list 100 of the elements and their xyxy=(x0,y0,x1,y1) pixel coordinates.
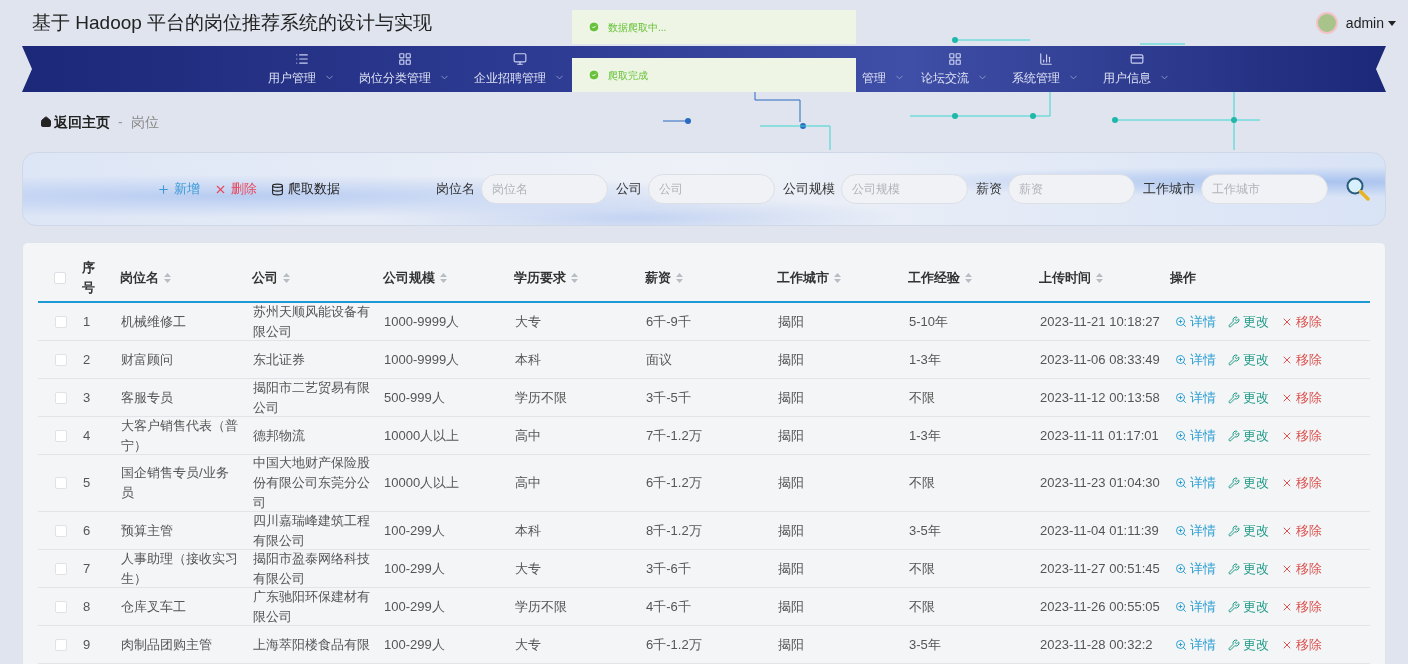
remove-link[interactable]: 移除 xyxy=(1281,520,1322,541)
sort-icon[interactable] xyxy=(676,273,683,283)
nav-item[interactable]: 用户管理 xyxy=(256,46,347,92)
detail-link[interactable]: 详情 xyxy=(1175,387,1216,408)
nav-item[interactable]: 系统管理 xyxy=(1000,46,1091,92)
select-all-checkbox[interactable] xyxy=(54,272,66,284)
table-row[interactable]: 1 机械维修工 苏州天顺风能设备有限公司 1000-9999人 大专 6千-9千 揭阳 5-10年 2023-11-21 10:18:27 详情 更改 移除 xyxy=(38,303,1370,341)
remove-link[interactable]: 移除 xyxy=(1281,349,1322,370)
row-checkbox[interactable] xyxy=(54,638,67,651)
table-cell-text: 6千-1.2万 xyxy=(646,635,703,654)
magnifier-icon xyxy=(1175,353,1187,366)
table-cell-text: 10000人以上 xyxy=(384,426,461,445)
wrench-icon xyxy=(1228,600,1240,613)
table-cell-text: 不限 xyxy=(909,388,936,407)
delete-button[interactable]: 删除 xyxy=(214,179,257,199)
table-row[interactable]: 3 客服专员 揭阳市二艺贸易有限公司 500-999人 学历不限 3千-5千 揭阳 不限 2023-11-12 00:13:58 详情 更改 移除 xyxy=(38,379,1370,417)
table-row[interactable]: 5 国企销售专员/业务员 中国大地财产保险股份有限公司东莞分公司 10000人以上 高中 6千-1.2万 揭阳 不限 2023-11-23 01:04:30 详情 更改 移除 xyxy=(38,455,1370,512)
table-row[interactable]: 9 肉制品团购主管 上海萃阳楼食品有限 100-299人 大专 6千-1.2万 揭阳 3-5年 2023-11-28 00:32:2 详情 更改 移除 xyxy=(38,626,1370,664)
detail-link[interactable]: 详情 xyxy=(1175,558,1216,579)
column-header: 公司 xyxy=(252,269,278,288)
sort-icon[interactable] xyxy=(834,273,841,283)
filter-label: 岗位名 xyxy=(436,180,475,199)
filter-field[interactable]: 工作城市 xyxy=(1201,174,1328,204)
edit-link[interactable]: 更改 xyxy=(1228,520,1269,541)
avatar[interactable] xyxy=(1315,12,1338,34)
edit-link[interactable]: 更改 xyxy=(1228,349,1269,370)
edit-link[interactable]: 更改 xyxy=(1228,473,1269,493)
filter-field[interactable]: 薪资 xyxy=(1008,174,1135,204)
row-checkbox[interactable] xyxy=(54,353,67,366)
nav-item[interactable]: 用户信息 xyxy=(1091,46,1182,92)
sort-icon[interactable] xyxy=(965,273,972,283)
table-cell-text: 2023-11-23 01:04:30 xyxy=(1040,474,1161,492)
nav-item[interactable]: 论坛交流 xyxy=(909,46,1000,92)
detail-link[interactable]: 详情 xyxy=(1175,311,1216,332)
toast-message: 数据爬取中... xyxy=(608,20,667,35)
remove-link[interactable]: 移除 xyxy=(1281,473,1322,493)
remove-link[interactable]: 移除 xyxy=(1281,634,1322,655)
add-button[interactable]: 新增 xyxy=(157,179,200,199)
detail-link[interactable]: 详情 xyxy=(1175,596,1216,617)
table-row[interactable]: 2 财富顾问 东北证券 1000-9999人 本科 面议 揭阳 1-3年 2023-11-06 08:33:49 详情 更改 移除 xyxy=(38,341,1370,379)
nav-item[interactable]: 企业招聘管理 xyxy=(462,46,577,92)
toast-message: 爬取完成 xyxy=(608,68,648,83)
table-cell-text: 面议 xyxy=(646,350,673,369)
edit-link[interactable]: 更改 xyxy=(1228,311,1269,332)
edit-link[interactable]: 更改 xyxy=(1228,425,1269,446)
sort-icon[interactable] xyxy=(571,273,578,283)
table-cell-text: 1 xyxy=(83,312,92,331)
table-row[interactable]: 8 仓库叉车工 广东驰阳环保建材有限公司 100-299人 学历不限 4千-6千 揭阳 不限 2023-11-26 00:55:05 详情 更改 移除 xyxy=(38,588,1370,626)
search-button[interactable] xyxy=(1344,175,1372,203)
row-checkbox[interactable] xyxy=(54,562,67,575)
sort-icon[interactable] xyxy=(1096,273,1103,283)
table-cell-text: 大专 xyxy=(515,635,542,654)
remove-link[interactable]: 移除 xyxy=(1281,596,1322,617)
table-row[interactable]: 7 人事助理（接收实习生） 揭阳市盈泰网络科技有限公司 100-299人 大专 3千-6千 揭阳 不限 2023-11-27 00:51:45 详情 更改 移除 xyxy=(38,550,1370,588)
remove-link[interactable]: 移除 xyxy=(1281,558,1322,579)
row-checkbox[interactable] xyxy=(54,391,67,404)
nav-item[interactable]: 管理 xyxy=(857,46,909,92)
row-checkbox[interactable] xyxy=(54,524,67,537)
sort-icon[interactable] xyxy=(164,273,171,283)
edit-link[interactable]: 更改 xyxy=(1228,596,1269,617)
edit-link[interactable]: 更改 xyxy=(1228,558,1269,579)
table-cell-text: 4千-6千 xyxy=(646,597,692,616)
table-cell-text: 学历不限 xyxy=(515,388,568,407)
sort-icon[interactable] xyxy=(283,273,290,283)
detail-link[interactable]: 详情 xyxy=(1175,425,1216,446)
wrench-icon xyxy=(1228,315,1240,328)
table-cell-text: 仓库叉车工 xyxy=(121,597,187,616)
filter-field[interactable]: 公司 xyxy=(648,174,775,204)
crawl-button[interactable]: 爬取数据 xyxy=(271,179,340,199)
column-header: 岗位名 xyxy=(120,269,159,288)
detail-link[interactable]: 详情 xyxy=(1175,520,1216,541)
home-link[interactable]: 返回主页 xyxy=(40,111,110,133)
table-cell-text: 2 xyxy=(83,350,92,369)
remove-link[interactable]: 移除 xyxy=(1281,387,1322,408)
row-checkbox[interactable] xyxy=(54,477,67,489)
detail-link[interactable]: 详情 xyxy=(1175,349,1216,370)
magnifier-icon xyxy=(1175,429,1187,442)
table-cell-text: 苏州天顺风能设备有限公司 xyxy=(253,302,371,341)
row-checkbox[interactable] xyxy=(54,315,67,328)
sort-icon[interactable] xyxy=(440,273,447,283)
column-header: 工作城市 xyxy=(777,269,829,288)
filter-field[interactable]: 公司规模 xyxy=(841,174,968,204)
magnifier-icon xyxy=(1175,562,1187,575)
row-checkbox[interactable] xyxy=(54,429,67,442)
nav-item[interactable]: 岗位分类管理 xyxy=(347,46,462,92)
table-cell-text: 大客户销售代表（普宁） xyxy=(121,416,239,455)
detail-link[interactable]: 详情 xyxy=(1175,473,1216,493)
user-menu[interactable]: admin xyxy=(1345,12,1396,34)
check-circle-icon xyxy=(588,69,600,81)
detail-link[interactable]: 详情 xyxy=(1175,634,1216,655)
table-row[interactable]: 4 大客户销售代表（普宁） 德邦物流 10000人以上 高中 7千-1.2万 揭阳 1-3年 2023-11-11 01:17:01 详情 更改 移除 xyxy=(38,417,1370,455)
remove-link[interactable]: 移除 xyxy=(1281,311,1322,332)
edit-link[interactable]: 更改 xyxy=(1228,387,1269,408)
table-row[interactable]: 6 预算主管 四川嘉瑞峰建筑工程有限公司 100-299人 本科 8千-1.2万 揭阳 3-5年 2023-11-04 01:11:39 详情 更改 移除 xyxy=(38,512,1370,550)
remove-link[interactable]: 移除 xyxy=(1281,425,1322,446)
edit-link[interactable]: 更改 xyxy=(1228,634,1269,655)
row-checkbox[interactable] xyxy=(54,600,67,613)
table-cell-text: 2023-11-11 01:17:01 xyxy=(1040,426,1160,445)
table-cell-text: 3千-5千 xyxy=(646,388,692,407)
filter-field[interactable]: 岗位名 xyxy=(481,174,608,204)
